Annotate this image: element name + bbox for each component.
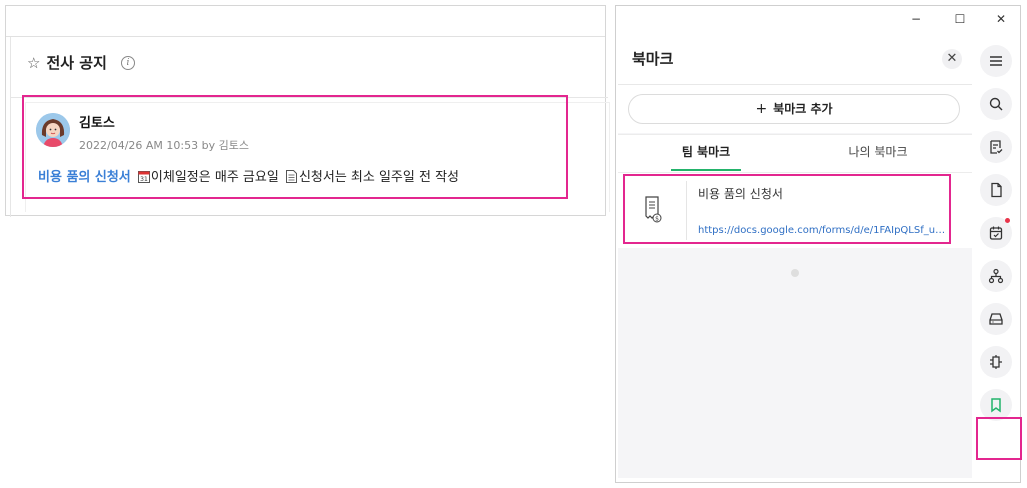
side-rail (972, 33, 1020, 478)
drive-icon[interactable] (980, 303, 1012, 335)
bookmark-panel: 북마크 ✕ + 북마크 추가 팀 북마크 나의 북마크 $ 비용 품의 신청서 … (618, 33, 972, 478)
bookmark-title: 비용 품의 신청서 (698, 187, 783, 201)
add-bookmark-area: + 북마크 추가 (618, 85, 972, 133)
panel-title: 북마크 (632, 50, 674, 68)
window-close-button[interactable]: ✕ (991, 10, 1011, 28)
info-icon[interactable]: i (120, 55, 135, 70)
document-emoji-icon (285, 170, 298, 183)
svg-text:31: 31 (140, 176, 148, 183)
post-link[interactable]: 비용 품의 신청서 (38, 170, 131, 185)
post-meta: 2022/04/26 AM 10:53 by 김토스 (79, 139, 249, 152)
bookmark-url[interactable]: https://docs.google.com/forms/d/e/1FAIpQ… (698, 225, 946, 236)
notification-badge (1005, 218, 1010, 223)
calendar-emoji-icon: 31 (137, 170, 150, 183)
notice-topbar (6, 6, 605, 37)
minimize-button[interactable]: − (906, 10, 926, 28)
post-text-1: 이체일정은 매주 금요일 (150, 170, 279, 185)
tab-team-bookmarks[interactable]: 팀 북마크 (671, 135, 741, 171)
task-icon[interactable] (980, 131, 1012, 163)
notice-post: 김토스 2022/04/26 AM 10:53 by 김토스 비용 품의 신청서… (18, 92, 560, 196)
search-icon[interactable] (980, 88, 1012, 120)
maximize-button[interactable]: ☐ (950, 10, 970, 28)
integration-icon[interactable] (980, 346, 1012, 378)
bookmark-panel-header: 북마크 ✕ (618, 33, 972, 85)
panel-close-button[interactable]: ✕ (942, 49, 962, 69)
notice-header: ☆ 전사 공지 i (27, 52, 135, 73)
add-bookmark-button[interactable]: + 북마크 추가 (628, 94, 960, 124)
bookmark-tabs: 팀 북마크 나의 북마크 (618, 134, 972, 173)
post-author: 김토스 (79, 116, 115, 131)
calendar-icon[interactable] (980, 217, 1012, 249)
org-chart-icon[interactable] (980, 260, 1012, 292)
menu-icon[interactable] (980, 45, 1012, 77)
avatar[interactable] (36, 113, 70, 147)
svg-text:$: $ (655, 216, 659, 223)
bookmark-separator (686, 181, 687, 240)
title-bar: − ☐ ✕ (616, 6, 1020, 33)
page-indicator-dot (791, 269, 799, 277)
plus-icon: + (755, 101, 768, 117)
add-bookmark-label: 북마크 추가 (773, 102, 833, 116)
bookmark-icon[interactable] (980, 389, 1012, 421)
receipt-icon: $ (644, 196, 662, 224)
document-icon[interactable] (980, 174, 1012, 206)
app-window: − ☐ ✕ 북마크 ✕ + 북마크 추가 팀 북마크 나의 북마크 $ 비용 품… (615, 5, 1021, 483)
star-icon[interactable]: ☆ (27, 54, 40, 72)
tab-my-bookmarks[interactable]: 나의 북마크 (843, 135, 913, 171)
bookmark-item[interactable]: $ 비용 품의 신청서 https://docs.google.com/form… (618, 173, 972, 248)
post-body: 비용 품의 신청서 31 이체일정은 매주 금요일 신청서는 최소 일주일 전 … (38, 166, 459, 185)
post-text-2: 신청서는 최소 일주일 전 작성 (298, 170, 459, 185)
notice-title: 전사 공지 (46, 54, 107, 72)
